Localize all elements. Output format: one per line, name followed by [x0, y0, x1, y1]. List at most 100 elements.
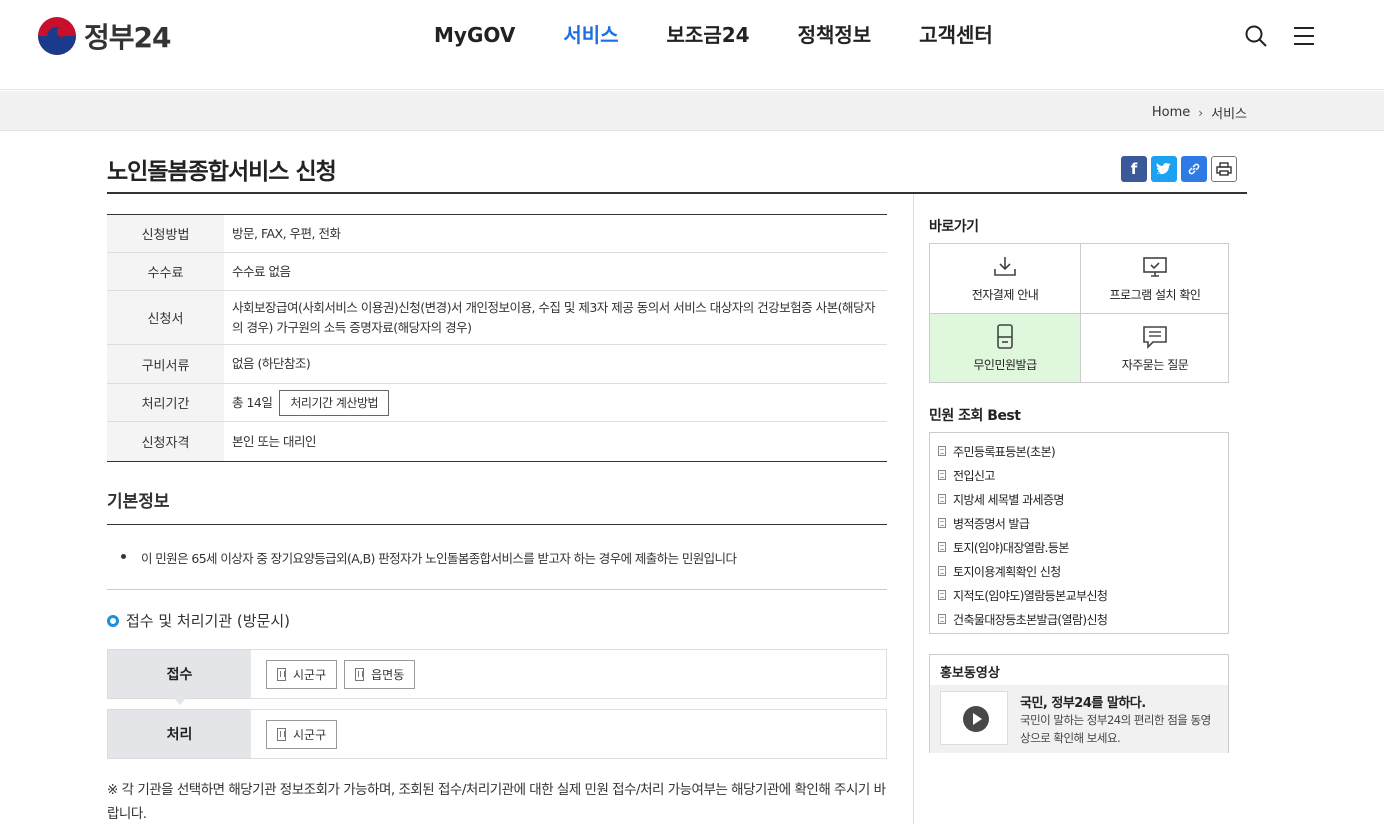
document-icon [938, 518, 946, 528]
play-icon[interactable] [963, 706, 989, 732]
quick-links-grid: 전자결제 안내 프로그램 설치 확인 무인민원발급 자주묻는 질문 [929, 243, 1229, 383]
agency-heading: 접수 및 처리기관 (방문시) [107, 610, 290, 631]
document-icon [938, 470, 946, 480]
circle-bullet-icon [107, 614, 119, 627]
building-icon [277, 667, 286, 681]
button-label: 읍면동 [371, 667, 405, 682]
facebook-share-icon[interactable]: f [1121, 156, 1147, 182]
nav-customer-center[interactable]: 고객센터 [919, 22, 993, 48]
list-item[interactable]: 지적도(임야도)열람등본교부신청 [938, 583, 1228, 607]
list-item[interactable]: 토지(임야)대장열람.등본 [938, 535, 1228, 559]
best-heading: 민원 조회 Best [929, 408, 1021, 424]
quick-link-epayment[interactable]: 전자결제 안내 [930, 244, 1080, 313]
row-value: 본인 또는 대리인 [232, 433, 316, 449]
logo[interactable]: 정부24 [38, 16, 171, 56]
receive-agency-row: 접수 시군구 읍면동 [107, 649, 887, 705]
quick-link-kiosk[interactable]: 무인민원발급 [930, 313, 1080, 382]
table-row: 신청서 사회보장급여(사회서비스 이용권)신청(변경)서 개인정보이용, 수집 … [107, 291, 887, 345]
list-item[interactable]: 건축물대장등초본발급(열람)신청 [938, 607, 1228, 631]
quick-link-faq[interactable]: 자주묻는 질문 [1080, 313, 1229, 382]
link-copy-icon[interactable] [1181, 156, 1207, 182]
list-item[interactable]: 전입신고 [938, 463, 1228, 487]
video-description: 국민이 말하는 정부24의 편리한 점을 동영상으로 확인해 보세요. [1020, 713, 1211, 745]
print-icon[interactable] [1211, 156, 1237, 182]
video-thumbnail[interactable] [940, 691, 1008, 745]
button-label: 시군구 [293, 727, 327, 742]
site-header: 정부24 MyGOV 서비스 보조금24 정책정보 고객센터 [0, 0, 1384, 90]
breadcrumb: Home › 서비스 [1152, 103, 1247, 122]
basic-info-bullet: 이 민원은 65세 이상자 중 장기요양등급외(A,B) 판정자가 노인돌봄종합… [121, 548, 737, 567]
building-icon [355, 667, 365, 681]
list-item[interactable]: 주민등록표등본(초본) [938, 439, 1228, 463]
row-label: 신청자격 [107, 422, 224, 461]
processing-period: 총 14일 [232, 394, 273, 410]
chat-icon [1142, 324, 1168, 350]
video-title[interactable]: 국민, 정부24를 말하다. [1020, 692, 1146, 711]
table-row: 신청자격 본인 또는 대리인 [107, 422, 887, 461]
kiosk-icon [992, 323, 1018, 350]
table-row: 처리기간 총 14일 처리기간 계산방법 [107, 384, 887, 422]
button-label: 시군구 [293, 667, 327, 682]
row-value: 없음 (하단참조) [232, 356, 311, 371]
building-icon [277, 727, 286, 741]
monitor-check-icon [1142, 254, 1168, 280]
quick-link-label: 프로그램 설치 확인 [1109, 288, 1201, 302]
receive-buttons: 시군구 읍면동 [251, 650, 416, 698]
row-label: 신청서 [107, 291, 224, 344]
breadcrumb-home[interactable]: Home [1152, 105, 1190, 120]
process-buttons: 시군구 [251, 710, 338, 758]
document-icon [938, 542, 946, 552]
table-row: 구비서류 없음 (하단참조) [107, 345, 887, 384]
quick-links-heading: 바로가기 [929, 219, 979, 235]
list-item-label: 전입신고 [953, 468, 995, 483]
document-icon [938, 446, 946, 456]
quick-link-label: 무인민원발급 [973, 357, 1037, 372]
search-icon[interactable] [1244, 24, 1268, 48]
taegeuk-logo-icon [38, 17, 76, 55]
list-item-label: 지적도(임야도)열람등본교부신청 [953, 588, 1108, 603]
nav-service[interactable]: 서비스 [563, 22, 618, 48]
row-label: 수수료 [107, 253, 224, 290]
process-sigungu-button[interactable]: 시군구 [266, 719, 338, 749]
agency-heading-text: 접수 및 처리기관 (방문시) [126, 612, 291, 630]
arrow-down-icon [174, 698, 186, 705]
document-icon [938, 566, 946, 576]
menu-icon[interactable] [1292, 24, 1316, 48]
title-divider [107, 192, 1247, 194]
section-divider [107, 589, 887, 590]
page-title: 노인돌봄종합서비스 신청 [107, 159, 337, 185]
process-agency-row: 처리 시군구 [107, 709, 887, 759]
document-icon [938, 590, 946, 600]
row-label: 신청방법 [107, 215, 224, 252]
video-heading: 홍보동영상 [940, 666, 1000, 681]
table-row: 수수료 수수료 없음 [107, 253, 887, 291]
basic-info-heading: 기본정보 [107, 492, 170, 512]
list-item-label: 지방세 세목별 과세증명 [953, 492, 1064, 507]
receive-sigungu-button[interactable]: 시군구 [266, 659, 338, 689]
best-list: 주민등록표등본(초본) 전입신고 지방세 세목별 과세증명 병적증명서 발급 토… [929, 432, 1229, 634]
nav-subsidy24[interactable]: 보조금24 [667, 22, 750, 48]
bullet-text: 이 민원은 65세 이상자 중 장기요양등급외(A,B) 판정자가 노인돌봄종합… [141, 551, 737, 566]
section-divider [107, 524, 887, 525]
video-card: 국민, 정부24를 말하다. 국민이 말하는 정부24의 편리한 점을 동영상으… [930, 685, 1228, 753]
promo-video-box: 홍보동영상 국민, 정부24를 말하다. 국민이 말하는 정부24의 편리한 점… [929, 654, 1229, 753]
share-toolbar: f [1121, 156, 1237, 182]
list-item[interactable]: 토지이용계획확인 신청 [938, 559, 1228, 583]
document-icon [938, 614, 946, 624]
process-label-text: 처리 [166, 727, 193, 743]
list-item-label: 병적증명서 발급 [953, 516, 1030, 531]
nav-policy-info[interactable]: 정책정보 [798, 22, 872, 48]
quick-link-program-check[interactable]: 프로그램 설치 확인 [1080, 244, 1229, 313]
list-item-label: 주민등록표등본(초본) [953, 444, 1056, 459]
breadcrumb-current[interactable]: 서비스 [1211, 103, 1247, 122]
list-item[interactable]: 지방세 세목별 과세증명 [938, 487, 1228, 511]
row-value: 수수료 없음 [232, 263, 291, 279]
list-item[interactable]: 병적증명서 발급 [938, 511, 1228, 535]
process-label: 처리 [108, 710, 251, 758]
period-calc-button[interactable]: 처리기간 계산방법 [279, 389, 390, 416]
receive-eupmyeondong-button[interactable]: 읍면동 [344, 659, 416, 689]
twitter-share-icon[interactable] [1151, 156, 1177, 182]
logo-text: 정부24 [84, 21, 171, 54]
nav-mygov[interactable]: MyGOV [434, 22, 515, 48]
column-divider [913, 194, 914, 824]
